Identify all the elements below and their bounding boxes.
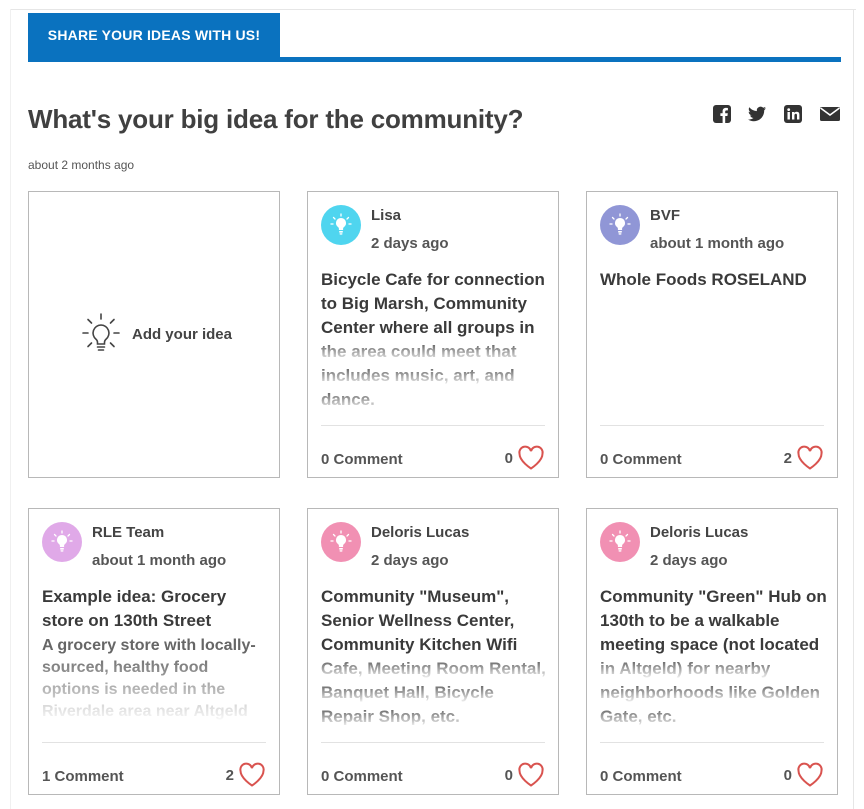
like-button[interactable]: 2 (784, 445, 824, 471)
heart-icon (518, 762, 544, 787)
avatar (600, 205, 640, 245)
tab-underline (28, 57, 841, 62)
card-divider (600, 742, 824, 743)
page-title: What's your big idea for the community? (28, 104, 524, 134)
card-divider (600, 425, 824, 426)
twitter-icon[interactable] (747, 104, 767, 124)
avatar (321, 522, 361, 562)
like-button[interactable]: 0 (505, 762, 545, 788)
avatar (600, 522, 640, 562)
idea-card[interactable]: RLE Team about 1 month ago Example idea:… (28, 508, 280, 795)
heart-icon (797, 445, 823, 470)
like-count: 2 (225, 766, 234, 784)
post-time: about 1 month ago (92, 552, 227, 569)
comment-count-link[interactable]: 0 Comment (321, 451, 403, 468)
lightbulb-icon (609, 530, 631, 552)
frame-right-border (853, 9, 854, 809)
email-icon[interactable] (819, 104, 841, 124)
comment-count-link[interactable]: 0 Comment (600, 768, 682, 785)
idea-title-text: Whole Foods ROSELAND (600, 270, 807, 289)
idea-title[interactable]: Whole Foods ROSELAND (600, 268, 828, 408)
heart-icon (239, 762, 265, 787)
comment-count-link[interactable]: 1 Comment (42, 768, 124, 785)
idea-title-text: Community "Museum", Senior Wellness Cent… (321, 587, 518, 654)
add-idea-label: Add your idea (131, 326, 232, 343)
comment-count-link[interactable]: 0 Comment (321, 768, 403, 785)
card-divider (321, 425, 545, 426)
lightbulb-icon (82, 312, 120, 351)
lightbulb-icon (609, 213, 631, 235)
like-count: 0 (504, 766, 513, 784)
post-time: 2 days ago (371, 235, 449, 252)
post-time: 2 days ago (371, 552, 449, 569)
heart-icon (797, 762, 823, 787)
idea-card[interactable]: Deloris Lucas 2 days ago Community "Muse… (307, 508, 559, 795)
lightbulb-icon (51, 530, 73, 552)
idea-title-text: Example idea: Grocery store on 130th Str… (42, 587, 227, 630)
author-name: Lisa (371, 207, 402, 224)
avatar (42, 522, 82, 562)
idea-title[interactable]: Community "Museum", Senior Wellness Cent… (321, 585, 549, 725)
idea-description: A grocery store with locally-sourced, he… (42, 637, 256, 720)
post-time: 2 days ago (650, 552, 728, 569)
author-name: Deloris Lucas (371, 524, 470, 541)
heart-icon (518, 445, 544, 470)
idea-title-fade: the area could meet that includes music,… (321, 342, 517, 408)
question-age: about 2 months ago (28, 158, 135, 172)
idea-card[interactable]: BVF about 1 month ago Whole Foods ROSELA… (586, 191, 838, 478)
author-name: RLE Team (92, 524, 165, 541)
idea-title-fade: in Altgeld) for nearby neighborhoods lik… (600, 659, 821, 725)
idea-title-fade: Cafe, Meeting Room Rental, Banquet Hall,… (321, 659, 546, 725)
idea-title-text: Bicycle Cafe for connection to Big Marsh… (321, 270, 545, 337)
avatar (321, 205, 361, 245)
lightbulb-icon (330, 530, 352, 552)
idea-title[interactable]: Bicycle Cafe for connection to Big Marsh… (321, 268, 549, 408)
like-button[interactable]: 2 (226, 762, 266, 788)
post-time: about 1 month ago (650, 235, 785, 252)
author-name: Deloris Lucas (650, 524, 749, 541)
like-button[interactable]: 0 (784, 762, 824, 788)
idea-card[interactable]: Lisa 2 days ago Bicycle Cafe for connect… (307, 191, 559, 478)
lightbulb-icon (330, 213, 352, 235)
author-name: BVF (650, 207, 680, 224)
add-idea-card[interactable]: Add your idea (28, 191, 280, 478)
like-button[interactable]: 0 (505, 445, 545, 471)
facebook-icon[interactable] (712, 104, 732, 124)
like-count: 2 (783, 449, 792, 467)
card-divider (42, 742, 266, 743)
idea-title[interactable]: Example idea: Grocery store on 130th Str… (42, 585, 270, 725)
frame-top-border (10, 9, 856, 10)
idea-title[interactable]: Community "Green" Hub on 130th to be a w… (600, 585, 828, 725)
share-ideas-tab[interactable]: SHARE YOUR IDEAS WITH US! (28, 13, 280, 57)
idea-card[interactable]: Deloris Lucas 2 days ago Community "Gree… (586, 508, 838, 795)
like-count: 0 (783, 766, 792, 784)
idea-title-text: Community "Green" Hub on 130th to be a w… (600, 587, 827, 654)
comment-count-link[interactable]: 0 Comment (600, 451, 682, 468)
linkedin-icon[interactable] (783, 104, 803, 124)
like-count: 0 (504, 449, 513, 467)
card-divider (321, 742, 545, 743)
frame-left-border (10, 9, 11, 809)
